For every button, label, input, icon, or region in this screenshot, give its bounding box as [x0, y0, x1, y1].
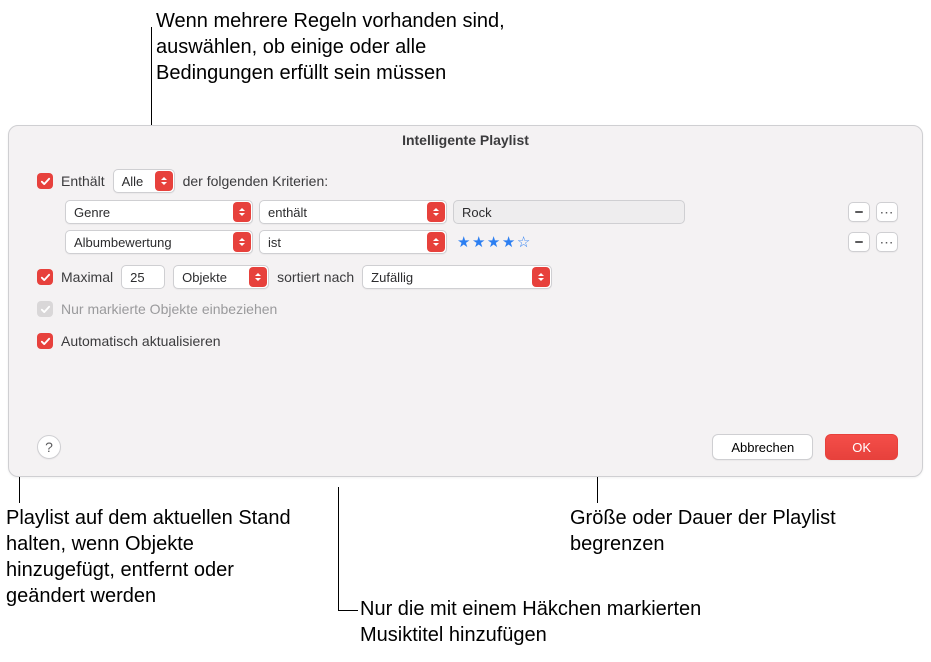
rule-more-button[interactable]: ⋯ [876, 232, 898, 252]
check-icon [40, 176, 51, 187]
help-icon: ? [45, 439, 53, 455]
ok-label: OK [852, 440, 871, 455]
limit-sort-value: Zufällig [371, 270, 413, 285]
callout-checked-only: Nur die mit einem Häkchen markierten Mus… [360, 596, 730, 648]
checked-only-checkbox[interactable] [37, 301, 53, 317]
live-update-row: Automatisch aktualisieren [37, 328, 898, 354]
rule-row: Albumbewertung ist ★ ★ ★ ★ ☆ [65, 230, 898, 254]
match-row: Enthält Alle der folgenden Kriterien: [37, 168, 898, 194]
leader-line [338, 487, 339, 611]
select-stepper-icon [233, 202, 251, 222]
rule-more-button[interactable]: ⋯ [876, 202, 898, 222]
callout-match-mode: Wenn mehrere Regeln vorhanden sind, ausw… [156, 8, 546, 86]
select-stepper-icon [532, 267, 550, 287]
callout-limit: Größe oder Dauer der Playlist begrenzen [570, 505, 850, 557]
check-icon [40, 336, 51, 347]
rule-operator-value: ist [268, 235, 281, 250]
limit-label: Maximal [61, 269, 113, 285]
match-checkbox[interactable] [37, 173, 53, 189]
rule-attribute-select[interactable]: Albumbewertung [65, 230, 253, 254]
checked-only-row: Nur markierte Objekte einbeziehen [37, 296, 898, 322]
ok-button[interactable]: OK [825, 434, 898, 460]
select-stepper-icon [233, 232, 251, 252]
limit-checkbox[interactable] [37, 269, 53, 285]
remove-rule-button[interactable] [848, 232, 870, 252]
help-button[interactable]: ? [37, 435, 61, 459]
rule-attribute-select[interactable]: Genre [65, 200, 253, 224]
window-title: Intelligente Playlist [9, 126, 922, 152]
cancel-label: Abbrechen [731, 440, 794, 455]
star-icon: ★ [457, 233, 471, 251]
rule-value-text: Rock [462, 205, 492, 220]
select-stepper-icon [249, 267, 267, 287]
live-update-label: Automatisch aktualisieren [61, 333, 221, 349]
check-icon [40, 272, 51, 283]
star-icon: ★ [487, 233, 501, 251]
minus-icon [853, 206, 865, 218]
window-body: Enthält Alle der folgenden Kriterien: Ge… [9, 152, 922, 370]
ellipsis-icon: ⋯ [880, 204, 895, 221]
rule-operator-select[interactable]: ist [259, 230, 447, 254]
limit-unit-select[interactable]: Objekte [173, 265, 269, 289]
limit-value-text: 25 [130, 270, 144, 285]
rule-star-rating[interactable]: ★ ★ ★ ★ ☆ [453, 233, 531, 251]
smart-playlist-window: Intelligente Playlist Enthält Alle der f… [8, 125, 923, 477]
ellipsis-icon: ⋯ [880, 234, 895, 251]
leader-line [338, 610, 358, 611]
checked-only-label: Nur markierte Objekte einbeziehen [61, 301, 277, 317]
limit-sorted-label: sortiert nach [277, 269, 354, 285]
limit-unit-value: Objekte [182, 270, 227, 285]
star-empty-icon: ☆ [517, 233, 531, 251]
cancel-button[interactable]: Abbrechen [712, 434, 813, 460]
rules-list: Genre enthält Rock ⋯ [65, 200, 898, 254]
match-mode-value: Alle [122, 174, 144, 189]
rule-row: Genre enthält Rock ⋯ [65, 200, 898, 224]
minus-icon [853, 236, 865, 248]
callout-live-update: Playlist auf dem aktuellen Stand halten,… [6, 505, 306, 609]
rule-value-input[interactable]: Rock [453, 200, 685, 224]
select-stepper-icon [427, 202, 445, 222]
remove-rule-button[interactable] [848, 202, 870, 222]
match-label-prefix: Enthält [61, 173, 105, 189]
star-icon: ★ [472, 233, 486, 251]
check-icon [40, 304, 51, 315]
rule-operator-value: enthält [268, 205, 307, 220]
rule-operator-select[interactable]: enthält [259, 200, 447, 224]
rule-attribute-value: Genre [74, 205, 110, 220]
select-stepper-icon [427, 232, 445, 252]
match-label-suffix: der folgenden Kriterien: [183, 173, 329, 189]
star-icon: ★ [502, 233, 516, 251]
match-mode-select[interactable]: Alle [113, 169, 175, 193]
live-update-checkbox[interactable] [37, 333, 53, 349]
rule-attribute-value: Albumbewertung [74, 235, 172, 250]
select-stepper-icon [155, 171, 173, 191]
limit-sort-select[interactable]: Zufällig [362, 265, 552, 289]
footer: ? Abbrechen OK [37, 434, 898, 460]
limit-row: Maximal 25 Objekte sortiert nach Zufälli… [37, 264, 898, 290]
limit-value-input[interactable]: 25 [121, 265, 165, 289]
